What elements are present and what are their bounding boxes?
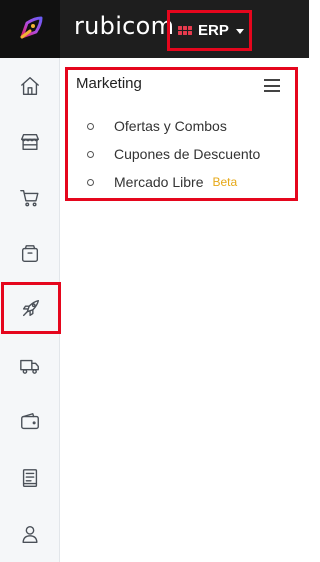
truck-icon	[20, 359, 39, 374]
bullet-icon	[87, 122, 94, 130]
sidebar-item-cart[interactable]	[0, 170, 60, 226]
erp-app-switcher[interactable]: ERP	[167, 10, 252, 51]
submenu-item-label: Ofertas y Combos	[114, 118, 227, 134]
rocket-icon	[22, 299, 40, 317]
book-icon	[22, 469, 38, 487]
submenu-item-ofertas[interactable]: Ofertas y Combos	[87, 118, 227, 134]
sidebar-item-shipping[interactable]	[0, 338, 60, 394]
package-icon	[21, 245, 39, 263]
store-icon	[21, 133, 39, 151]
beta-badge: Beta	[212, 175, 238, 189]
app-logo[interactable]	[0, 0, 60, 58]
home-icon	[21, 77, 39, 95]
sidebar	[0, 58, 61, 562]
submenu-title: Marketing	[76, 75, 142, 92]
sidebar-item-store[interactable]	[0, 114, 60, 170]
hamburger-menu-icon[interactable]	[264, 79, 280, 92]
sidebar-item-products[interactable]	[0, 226, 60, 282]
sidebar-item-users[interactable]	[0, 506, 60, 562]
bullet-icon	[87, 178, 94, 186]
brand-name: rubicom	[74, 12, 175, 40]
user-icon	[22, 525, 38, 543]
top-bar: rubicom ERP	[0, 0, 309, 58]
wallet-icon	[21, 413, 39, 430]
submenu-item-mercado-libre[interactable]: Mercado Libre Beta	[87, 174, 237, 190]
sidebar-item-catalog[interactable]	[0, 450, 60, 506]
submenu-item-label: Mercado Libre	[114, 174, 204, 190]
rocket-logo-icon	[20, 16, 43, 39]
cart-icon	[20, 189, 39, 207]
caret-down-icon	[235, 28, 244, 34]
submenu-item-cupones[interactable]: Cupones de Descuento	[87, 146, 260, 162]
erp-label: ERP	[198, 22, 229, 39]
grid-icon	[178, 26, 192, 35]
sidebar-item-marketing[interactable]	[1, 282, 61, 334]
bullet-icon	[87, 150, 94, 158]
submenu-item-label: Cupones de Descuento	[114, 146, 261, 162]
marketing-submenu: Marketing Ofertas y Combos Cupones de De…	[65, 67, 298, 201]
sidebar-item-wallet[interactable]	[0, 394, 60, 450]
sidebar-item-home[interactable]	[0, 58, 60, 114]
